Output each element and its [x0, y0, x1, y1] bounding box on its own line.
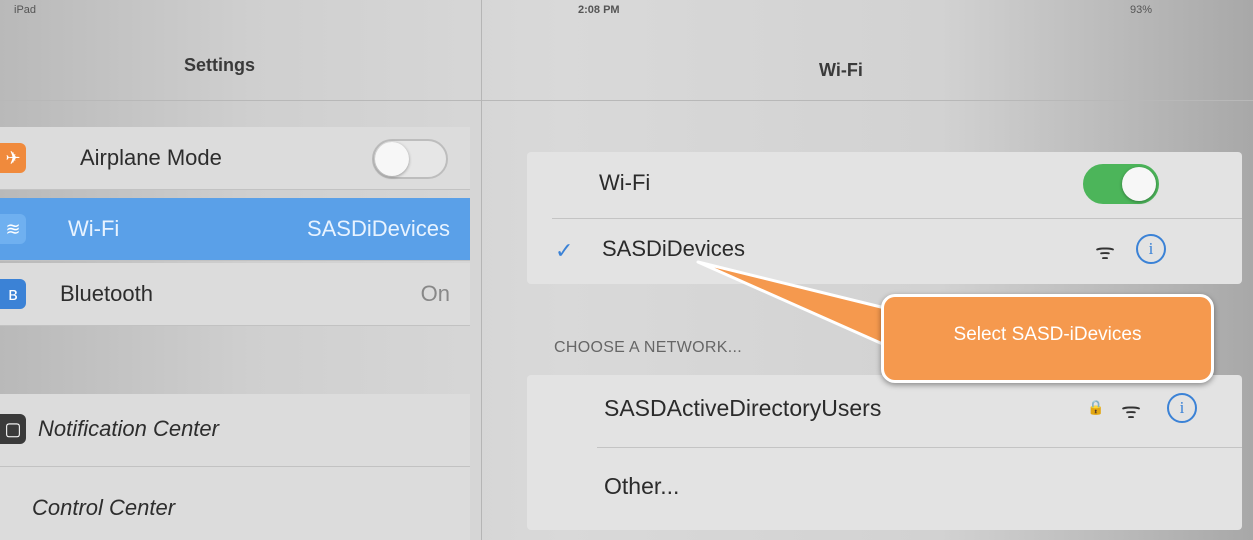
callout-pointer: [696, 260, 887, 347]
ipad-screen: iPad 2:08 PM 93% Settings ✈ Airplane Mod…: [0, 0, 1253, 540]
callout-text: Select SASD-iDevices: [953, 324, 1142, 345]
callout-box: Select SASD-iDevices: [881, 294, 1214, 383]
